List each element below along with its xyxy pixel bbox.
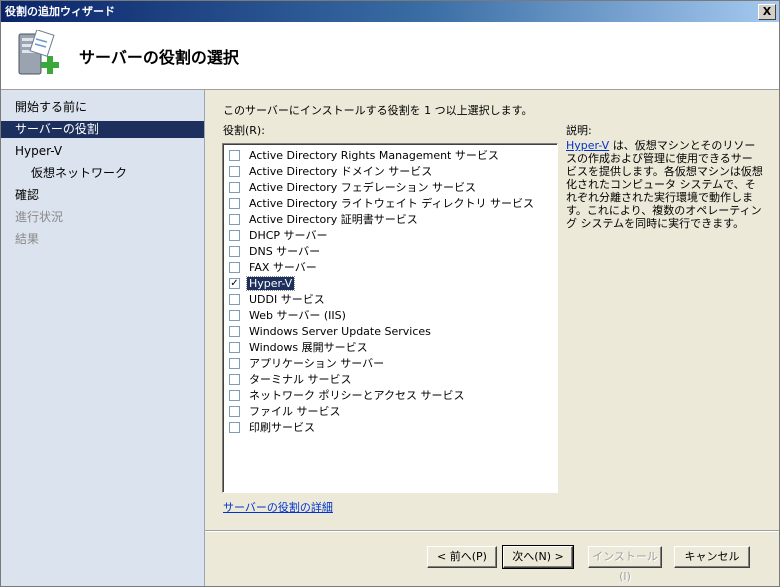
checkbox[interactable] (229, 342, 240, 353)
role-item[interactable]: 印刷サービス (227, 420, 553, 436)
checkbox[interactable] (229, 150, 240, 161)
close-button[interactable]: X (758, 4, 776, 20)
description-label: 説明: (566, 124, 592, 137)
role-label: Hyper-V (245, 276, 296, 291)
checkbox[interactable] (229, 214, 240, 225)
nav-item-server-roles[interactable]: サーバーの役割 (1, 121, 204, 138)
main-content: このサーバーにインストールする役割を 1 つ以上選択します。 役割(R): 説明… (205, 90, 779, 586)
checkbox[interactable] (229, 406, 240, 417)
checkbox[interactable] (229, 294, 240, 305)
nav-item-before-you-begin[interactable]: 開始する前に (1, 99, 204, 116)
roles-list[interactable]: Active Directory Rights Management サービス A… (222, 143, 558, 493)
install-button: インストール(I) (588, 546, 662, 583)
role-label: FAX サーバー (249, 261, 317, 274)
role-item[interactable]: DNS サーバー (227, 244, 553, 260)
checkbox[interactable] (229, 358, 240, 369)
hyper-v-link[interactable]: Hyper-V (566, 139, 609, 152)
role-label: アプリケーション サーバー (249, 357, 385, 370)
nav-item-confirmation[interactable]: 確認 (1, 187, 204, 204)
checkbox[interactable] (229, 310, 240, 321)
role-label: Windows 展開サービス (249, 341, 368, 354)
role-item[interactable]: DHCP サーバー (227, 228, 553, 244)
role-label: 印刷サービス (249, 421, 315, 434)
role-item[interactable]: Active Directory ライトウェイト ディレクトリ サービス (227, 196, 553, 212)
checkbox[interactable] (229, 262, 240, 273)
wizard-window: 役割の追加ウィザード X サーバーの役割の選択 開始する前に サーバーの役割 H… (0, 0, 780, 587)
role-item[interactable]: Windows 展開サービス (227, 340, 553, 356)
back-button[interactable]: < 前へ(P) (427, 546, 497, 568)
role-item[interactable]: FAX サーバー (227, 260, 553, 276)
wizard-header: サーバーの役割の選択 (1, 22, 779, 90)
nav-item-virtual-networks[interactable]: 仮想ネットワーク (1, 165, 204, 182)
role-item[interactable]: ファイル サービス (227, 404, 553, 420)
role-label: UDDI サービス (249, 293, 325, 306)
role-description: Hyper-V は、仮想マシンとそのリソースの作成および管理に使用できるサービス… (566, 139, 763, 230)
role-label: Active Directory ドメイン サービス (249, 165, 433, 178)
role-label: Active Directory Rights Management サービス (249, 149, 499, 162)
checkbox[interactable] (229, 230, 240, 241)
roles-label: 役割(R): (223, 124, 265, 137)
server-roles-details-link[interactable]: サーバーの役割の詳細 (223, 499, 333, 515)
role-item[interactable]: Active Directory 証明書サービス (227, 212, 553, 228)
role-label: Web サーバー (IIS) (249, 309, 346, 322)
role-label: Active Directory 証明書サービス (249, 213, 418, 226)
next-button[interactable]: 次へ(N) > (502, 545, 574, 569)
role-item[interactable]: Active Directory フェデレーション サービス (227, 180, 553, 196)
role-item[interactable]: Active Directory Rights Management サービス (227, 148, 553, 164)
cancel-button[interactable]: キャンセル (674, 546, 750, 568)
checkbox[interactable] (229, 166, 240, 177)
role-item[interactable]: Active Directory ドメイン サービス (227, 164, 553, 180)
checkbox-checked[interactable]: ✓ (229, 278, 240, 289)
nav-item-progress: 進行状況 (15, 210, 64, 224)
role-label: Active Directory フェデレーション サービス (249, 181, 476, 194)
title-bar[interactable]: 役割の追加ウィザード X (1, 1, 779, 22)
checkbox[interactable] (229, 182, 240, 193)
nav-item-results: 結果 (15, 232, 40, 246)
role-label: ファイル サービス (249, 405, 341, 418)
role-label: DNS サーバー (249, 245, 321, 258)
instruction-text: このサーバーにインストールする役割を 1 つ以上選択します。 (223, 104, 533, 117)
window-title: 役割の追加ウィザード (5, 5, 115, 18)
role-label: ネットワーク ポリシーとアクセス サービス (249, 389, 465, 402)
description-text: は、仮想マシンとそのリソースの作成および管理に使用できるサービスを提供します。各… (566, 139, 763, 230)
role-item[interactable]: ネットワーク ポリシーとアクセス サービス (227, 388, 553, 404)
checkbox[interactable] (229, 390, 240, 401)
wizard-nav: 開始する前に サーバーの役割 Hyper-V 仮想ネットワーク 確認 進行状況 … (1, 90, 205, 586)
role-item[interactable]: ターミナル サービス (227, 372, 553, 388)
role-label: ターミナル サービス (249, 373, 352, 386)
checkbox[interactable] (229, 374, 240, 385)
role-label: Active Directory ライトウェイト ディレクトリ サービス (249, 197, 534, 210)
checkbox[interactable] (229, 422, 240, 433)
checkbox[interactable] (229, 198, 240, 209)
role-label: DHCP サーバー (249, 229, 328, 242)
role-item[interactable]: アプリケーション サーバー (227, 356, 553, 372)
button-separator (205, 530, 779, 532)
role-item[interactable]: Windows Server Update Services (227, 324, 553, 340)
role-item[interactable]: ✓ Hyper-V (227, 276, 553, 292)
role-item[interactable]: UDDI サービス (227, 292, 553, 308)
server-add-icon (18, 30, 59, 75)
checkbox[interactable] (229, 246, 240, 257)
page-title: サーバーの役割の選択 (79, 48, 239, 67)
role-item[interactable]: Web サーバー (IIS) (227, 308, 553, 324)
checkbox[interactable] (229, 326, 240, 337)
nav-item-hyper-v[interactable]: Hyper-V (1, 143, 204, 160)
role-label: Windows Server Update Services (249, 325, 431, 338)
